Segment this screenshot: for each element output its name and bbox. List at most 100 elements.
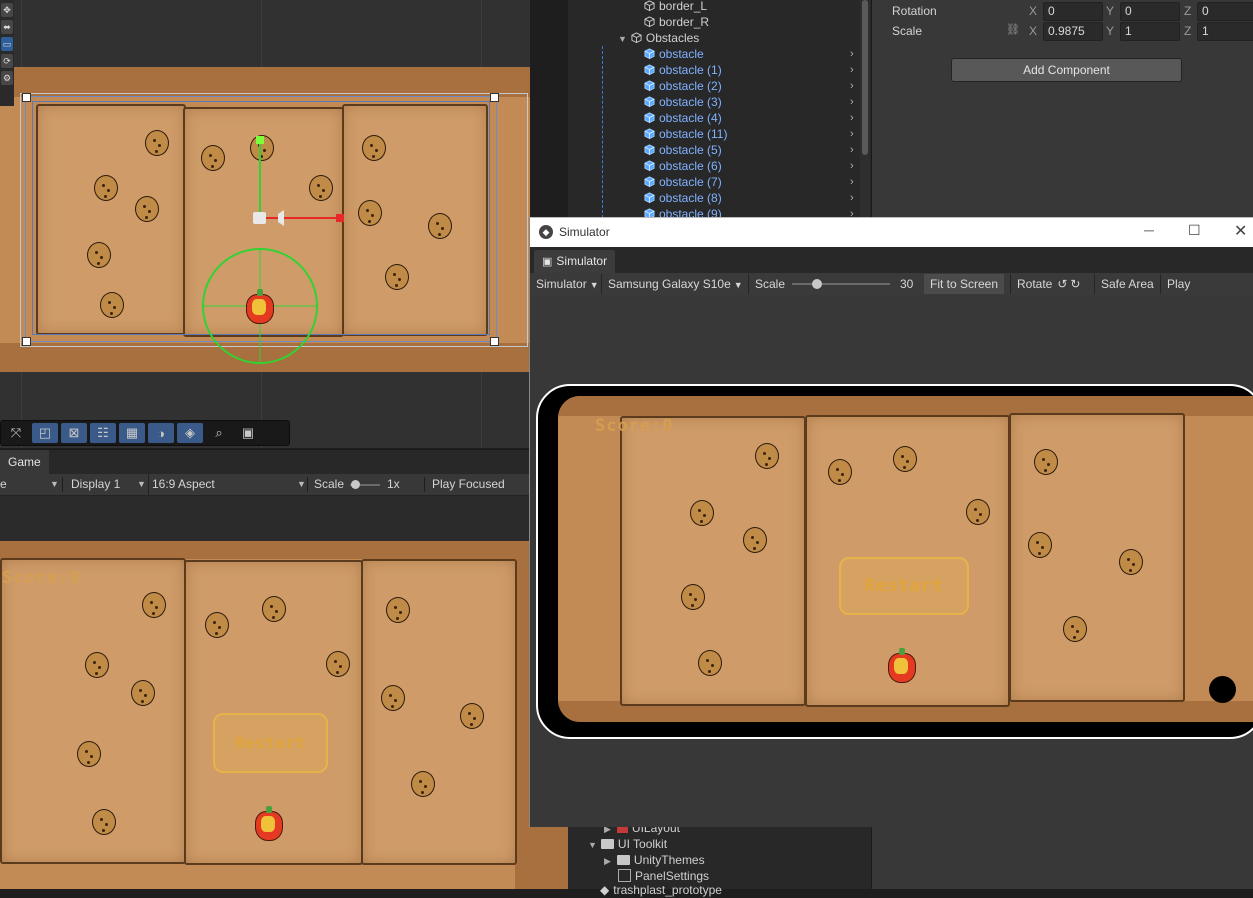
simulator-mode-dropdown[interactable]: Simulator ▼ <box>530 274 605 294</box>
search-icon[interactable]: ⌕ <box>206 423 232 443</box>
scale-z-field[interactable]: 1 <box>1197 22 1253 41</box>
game-mode-dropdown[interactable]: e ▼ <box>0 474 59 495</box>
rotate-label: Rotate <box>1017 277 1053 291</box>
rect-tool-icon[interactable]: ◰ <box>32 423 58 443</box>
chevron-right-icon[interactable]: › <box>850 190 854 206</box>
maximize-icon[interactable]: ☐ <box>1188 222 1201 239</box>
chevron-down-icon[interactable]: ▼ <box>588 840 597 850</box>
camera-icon[interactable]: ▣ <box>235 423 261 443</box>
more-icon[interactable]: ⋮ <box>1248 251 1253 265</box>
cube-icon <box>644 80 655 91</box>
hierarchy-item-label: obstacle (7) <box>659 175 722 189</box>
cube-icon <box>644 128 655 139</box>
sim-scale-slider-thumb[interactable] <box>812 279 822 289</box>
device-screen[interactable]: Score:0 Restart <box>558 396 1253 722</box>
game-panel-right <box>361 559 517 865</box>
potato-sprite <box>85 652 109 678</box>
project-item-label: PanelSettings <box>635 869 710 883</box>
device-dropdown[interactable]: Samsung Galaxy S10e ▼ <box>601 274 749 294</box>
scale-x-field[interactable]: 0.9875 <box>1043 22 1103 41</box>
hand-tool-icon[interactable]: ✥ <box>1 3 13 17</box>
potato-sprite <box>1028 532 1052 558</box>
play-unfocused-dropdown[interactable]: Play Unfocused <box>1160 274 1253 311</box>
snap-icon[interactable]: ☷ <box>90 423 116 443</box>
chevron-right-icon[interactable]: › <box>850 62 854 78</box>
game-scale-slider-thumb[interactable] <box>351 480 360 489</box>
rotate-control[interactable]: Rotate ↺ ↻ <box>1010 274 1086 294</box>
rotation-x-field[interactable]: 0 <box>1043 2 1103 21</box>
fit-to-screen-toggle[interactable]: Fit to Screen <box>924 274 1005 294</box>
hierarchy-item-label: obstacle (8) <box>659 191 722 205</box>
shading-icon[interactable]: ◑ <box>148 423 174 443</box>
chevron-down-icon: ▼ <box>297 479 306 489</box>
rotate-right-icon[interactable]: ↻ <box>1070 277 1080 291</box>
simulator-body: Score:0 Restart <box>530 295 1253 827</box>
player-pepper-sprite[interactable] <box>246 289 274 324</box>
chevron-right-icon[interactable]: › <box>850 174 854 190</box>
rotation-z-field[interactable]: 0 <box>1197 2 1253 21</box>
move-tool-icon[interactable]: ⤧ <box>3 423 29 443</box>
scene-view[interactable] <box>0 0 530 448</box>
potato-sprite <box>386 597 410 623</box>
divider <box>62 477 63 492</box>
transform-tool-icon[interactable]: ⊠ <box>61 423 87 443</box>
transform-gizmo[interactable] <box>0 0 530 448</box>
project-item-unitythemes[interactable]: ▶ UnityThemes <box>604 852 705 868</box>
chevron-right-icon[interactable]: › <box>850 78 854 94</box>
hierarchy-item-label: obstacle (6) <box>659 159 722 173</box>
add-component-button[interactable]: Add Component <box>951 58 1182 82</box>
axis-x-label: X <box>1029 4 1038 18</box>
game-mode-value: e <box>0 477 7 491</box>
rotation-label: Rotation <box>892 4 937 18</box>
inspector-panel-bottom <box>871 826 1253 889</box>
tab-simulator-label: Simulator <box>556 254 608 268</box>
rotate-left-icon[interactable]: ↺ <box>1057 277 1067 291</box>
chevron-right-icon[interactable]: › <box>850 110 854 126</box>
custom-tool-icon[interactable]: ⚙ <box>1 71 13 85</box>
potato-sprite <box>77 741 101 767</box>
chevron-right-icon[interactable]: › <box>850 158 854 174</box>
project-item-label: UnityThemes <box>633 853 705 867</box>
close-icon[interactable]: ✕ <box>1234 221 1247 241</box>
sim-scale-slider[interactable] <box>792 283 890 285</box>
scale-y-field[interactable]: 1 <box>1120 22 1180 41</box>
transform-tool-icon[interactable]: ⟳ <box>1 54 13 68</box>
hierarchy-item-label: obstacle (4) <box>659 111 722 125</box>
hierarchy-item-label: obstacle (3) <box>659 95 722 109</box>
link-icon[interactable]: ⛓ <box>1006 23 1020 36</box>
potato-sprite <box>743 527 767 553</box>
display-dropdown[interactable]: Display 1 ▼ <box>71 474 146 495</box>
layers-icon[interactable]: ◈ <box>177 423 203 443</box>
window-title: Simulator <box>559 225 610 239</box>
restart-button[interactable]: Restart <box>213 713 328 773</box>
aspect-dropdown[interactable]: 16:9 Aspect ▼ <box>148 474 308 495</box>
chevron-right-icon[interactable]: › <box>850 94 854 110</box>
chevron-down-icon: ▼ <box>50 479 59 489</box>
minimize-icon[interactable]: ─ <box>1144 222 1154 238</box>
rect-tool-icon[interactable]: ▭ <box>1 37 13 51</box>
chevron-right-icon[interactable]: ▶ <box>604 856 611 866</box>
move-tool-icon[interactable]: ⬌ <box>1 20 13 34</box>
tab-simulator[interactable]: ▣ Simulator <box>534 250 616 273</box>
play-focused-dropdown[interactable]: Play Focused▼ <box>432 474 537 495</box>
simulator-titlebar[interactable]: ◆ Simulator ─ ☐ ✕ <box>530 218 1253 247</box>
project-item-trashplast[interactable]: ◆ trashplast_prototype <box>600 882 722 898</box>
unity-logo-icon: ◆ <box>600 883 610 897</box>
game-view[interactable]: Score:0 Restart <box>0 496 568 889</box>
rotation-y-field[interactable]: 0 <box>1120 2 1180 21</box>
project-item-ui-toolkit[interactable]: ▼ UI Toolkit <box>588 836 667 852</box>
cube-icon <box>644 64 655 75</box>
cube-icon <box>644 96 655 107</box>
device-icon: ▣ <box>542 256 553 268</box>
safe-area-toggle[interactable]: Safe Area <box>1094 274 1160 294</box>
tab-game[interactable]: Game <box>0 450 49 475</box>
chevron-right-icon[interactable]: › <box>850 142 854 158</box>
chevron-right-icon[interactable]: › <box>850 126 854 142</box>
chevron-right-icon[interactable]: › <box>850 46 854 62</box>
cube-icon <box>644 48 655 59</box>
hierarchy-scrollbar-thumb[interactable] <box>862 0 868 155</box>
grid-icon[interactable]: ▦ <box>119 423 145 443</box>
sim-restart-button[interactable]: Restart <box>839 557 969 615</box>
chevron-down-icon[interactable]: ▼ <box>618 34 627 44</box>
display-value: Display 1 <box>71 477 121 491</box>
